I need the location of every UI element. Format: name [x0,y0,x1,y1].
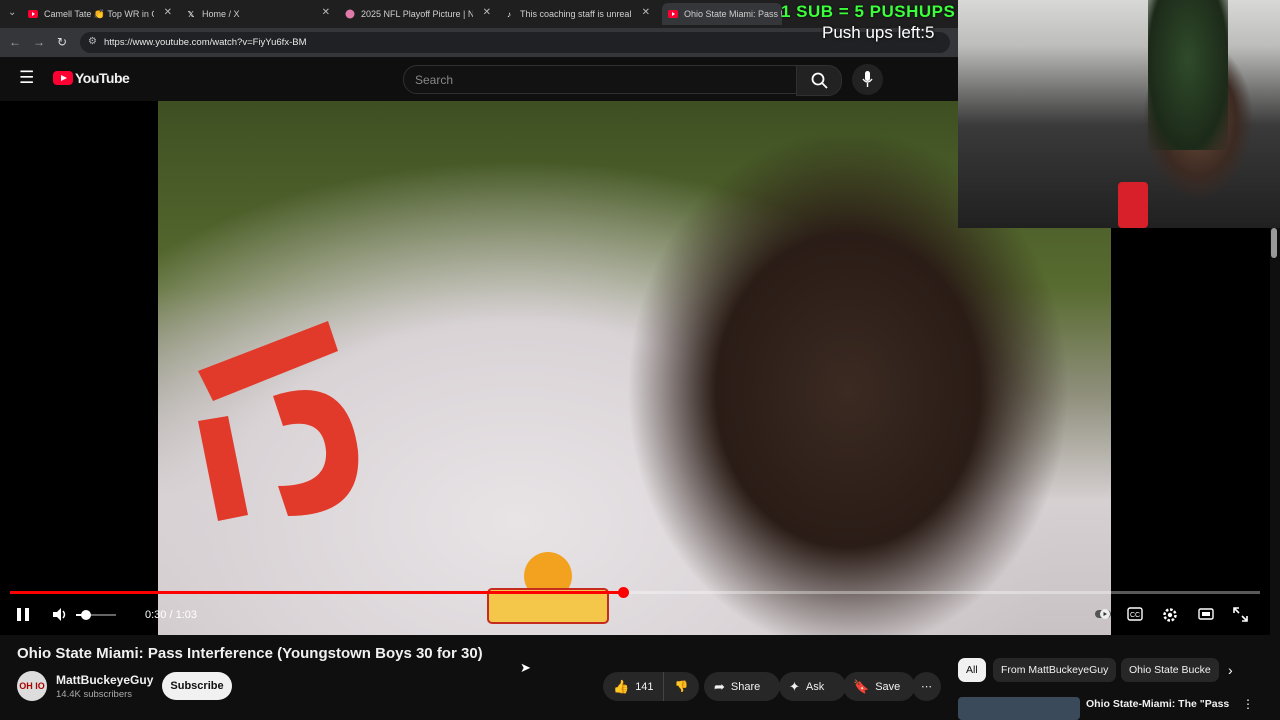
like-count: 141 [635,680,654,693]
back-icon[interactable]: ← [9,35,21,49]
tab-title: 2025 NFL Playoff Picture | NFL [361,9,473,19]
recommended-video[interactable]: Ohio State-Miami: The "Pass [958,695,1280,720]
browser-tab[interactable]: 2025 NFL Playoff Picture | NFL ✕ [345,3,497,25]
close-icon[interactable]: ✕ [642,7,650,18]
webcam-overlay [958,0,1280,228]
close-icon[interactable]: ✕ [164,7,172,18]
fullscreen-icon [1233,607,1248,622]
menu-icon[interactable]: ☰ [19,68,34,88]
chip-topic[interactable]: Ohio State Bucke [1121,658,1219,682]
channel-name[interactable]: MattBuckeyeGuy [56,673,153,687]
search-button[interactable] [796,65,842,96]
channel-avatar[interactable]: OH IO [17,671,47,701]
settings-button[interactable] [1162,607,1178,626]
subscribe-button[interactable]: Subscribe [162,672,232,700]
chip-from-channel[interactable]: From MattBuckeyeGuy [993,658,1117,682]
tab-title: Camell Tate 👏 Top WR in Coll [44,8,154,19]
jersey-number-graphic [198,321,359,521]
youtube-play-icon [53,71,73,85]
reload-icon[interactable]: ↻ [57,35,67,49]
scrollbar-thumb[interactable] [1271,228,1277,258]
youtube-logo[interactable]: YouTube [53,70,130,86]
browser-tab-active[interactable]: Ohio State Miami: Pass Inte [662,3,782,25]
close-icon[interactable]: ✕ [483,7,491,18]
ask-button[interactable]: ✦ Ask [779,672,846,701]
fullscreen-button[interactable] [1233,607,1248,625]
volume-icon [53,608,66,621]
microphone-icon [862,71,873,87]
kebab-menu-icon[interactable]: ⋮ [1242,697,1254,711]
site-info-icon[interactable]: ⚙ [88,36,97,47]
tiktok-icon: ♪ [507,9,511,19]
christmas-tree-decor [1148,0,1228,150]
pushup-banner: 1 SUB = 5 PUSHUPS [781,2,956,21]
recommended-thumbnail[interactable] [958,697,1080,720]
volume-slider[interactable] [76,610,116,620]
youtube-icon [28,9,38,19]
video-title: Ohio State Miami: Pass Interference (You… [17,645,483,662]
progress-bar[interactable] [10,587,1260,598]
search-placeholder: Search [415,73,454,87]
tab-title: Ohio State Miami: Pass Inte [684,9,782,19]
ask-label: Ask [805,680,825,693]
x-icon: 𝕏 [187,9,195,19]
dislike-button[interactable]: 👎 [663,672,699,701]
tab-title: This coaching staff is unreal 😳 [520,8,632,19]
subtitles-button[interactable]: CC [1127,607,1143,624]
chevron-right-icon[interactable]: › [1228,662,1233,678]
more-actions-button[interactable]: ⋯ [912,672,941,701]
mouse-cursor-icon: ➤ [520,660,531,675]
recommended-title[interactable]: Ohio State-Miami: The "Pass [1086,698,1229,710]
volume-handle[interactable] [81,610,91,620]
browser-tab[interactable]: 𝕏 Home / X ✕ [186,3,336,25]
theater-icon [1198,608,1214,620]
browser-toolbar: ← → ↻ ⚙ https://www.youtube.com/watch?v=… [0,28,958,57]
search-input[interactable]: Search [403,65,797,94]
forward-icon[interactable]: → [33,35,45,49]
tab-search-chevron-icon[interactable]: ⌄ [8,7,16,18]
theater-mode-button[interactable] [1198,607,1214,624]
progress-fill [10,591,623,594]
avatar-text: OH IO [19,681,45,691]
related-filter-chips: All From MattBuckeyeGuy Ohio State Bucke [958,658,1270,684]
browser-tab[interactable]: ♪ This coaching staff is unreal 😳 ✕ [504,3,656,25]
address-bar[interactable]: ⚙ https://www.youtube.com/watch?v=FiyYu6… [80,32,950,53]
progress-scrubber-handle[interactable] [617,587,629,598]
sponsor-logo [483,541,613,631]
red-cup [1118,182,1148,228]
thumbs-down-icon: 👎 [674,681,689,693]
tab-title: Home / X [202,9,240,19]
url-text: https://www.youtube.com/watch?v=FiyYu6fx… [104,37,307,48]
save-button[interactable]: 🔖 Save [843,672,915,701]
voice-search-button[interactable] [852,64,883,95]
youtube-logo-text: YouTube [75,70,130,86]
subscriber-count: 14.4K subscribers [56,689,133,700]
youtube-header: ☰ YouTube Search [0,57,958,101]
volume-button[interactable] [52,607,68,625]
share-icon: ➦ [714,678,725,694]
more-icon: ⋯ [921,681,932,693]
pushups-left-counter: Push ups left:5 [822,23,935,42]
captions-icon: CC [1127,607,1143,621]
autoplay-toggle[interactable] [1095,607,1111,624]
browser-tab[interactable]: Camell Tate 👏 Top WR in Coll ✕ [28,3,178,25]
svg-text:CC: CC [1130,612,1140,619]
chip-all[interactable]: All [958,658,986,682]
share-label: Share [730,680,761,693]
share-button[interactable]: ➦ Share [704,672,780,701]
save-label: Save [875,680,901,693]
pause-button[interactable] [16,607,30,625]
bookmark-icon: 🔖 [853,678,870,694]
autoplay-icon [1095,609,1111,619]
sparkle-icon: ✦ [789,678,800,694]
nfl-icon [345,9,355,19]
youtube-icon [668,9,678,19]
search-icon [811,72,828,89]
pause-icon [17,608,29,621]
gear-icon [1163,608,1177,622]
time-display: 0:30 / 1:03 [145,609,197,621]
close-icon[interactable]: ✕ [322,7,330,18]
thumbs-up-icon: 👍 [613,678,630,694]
